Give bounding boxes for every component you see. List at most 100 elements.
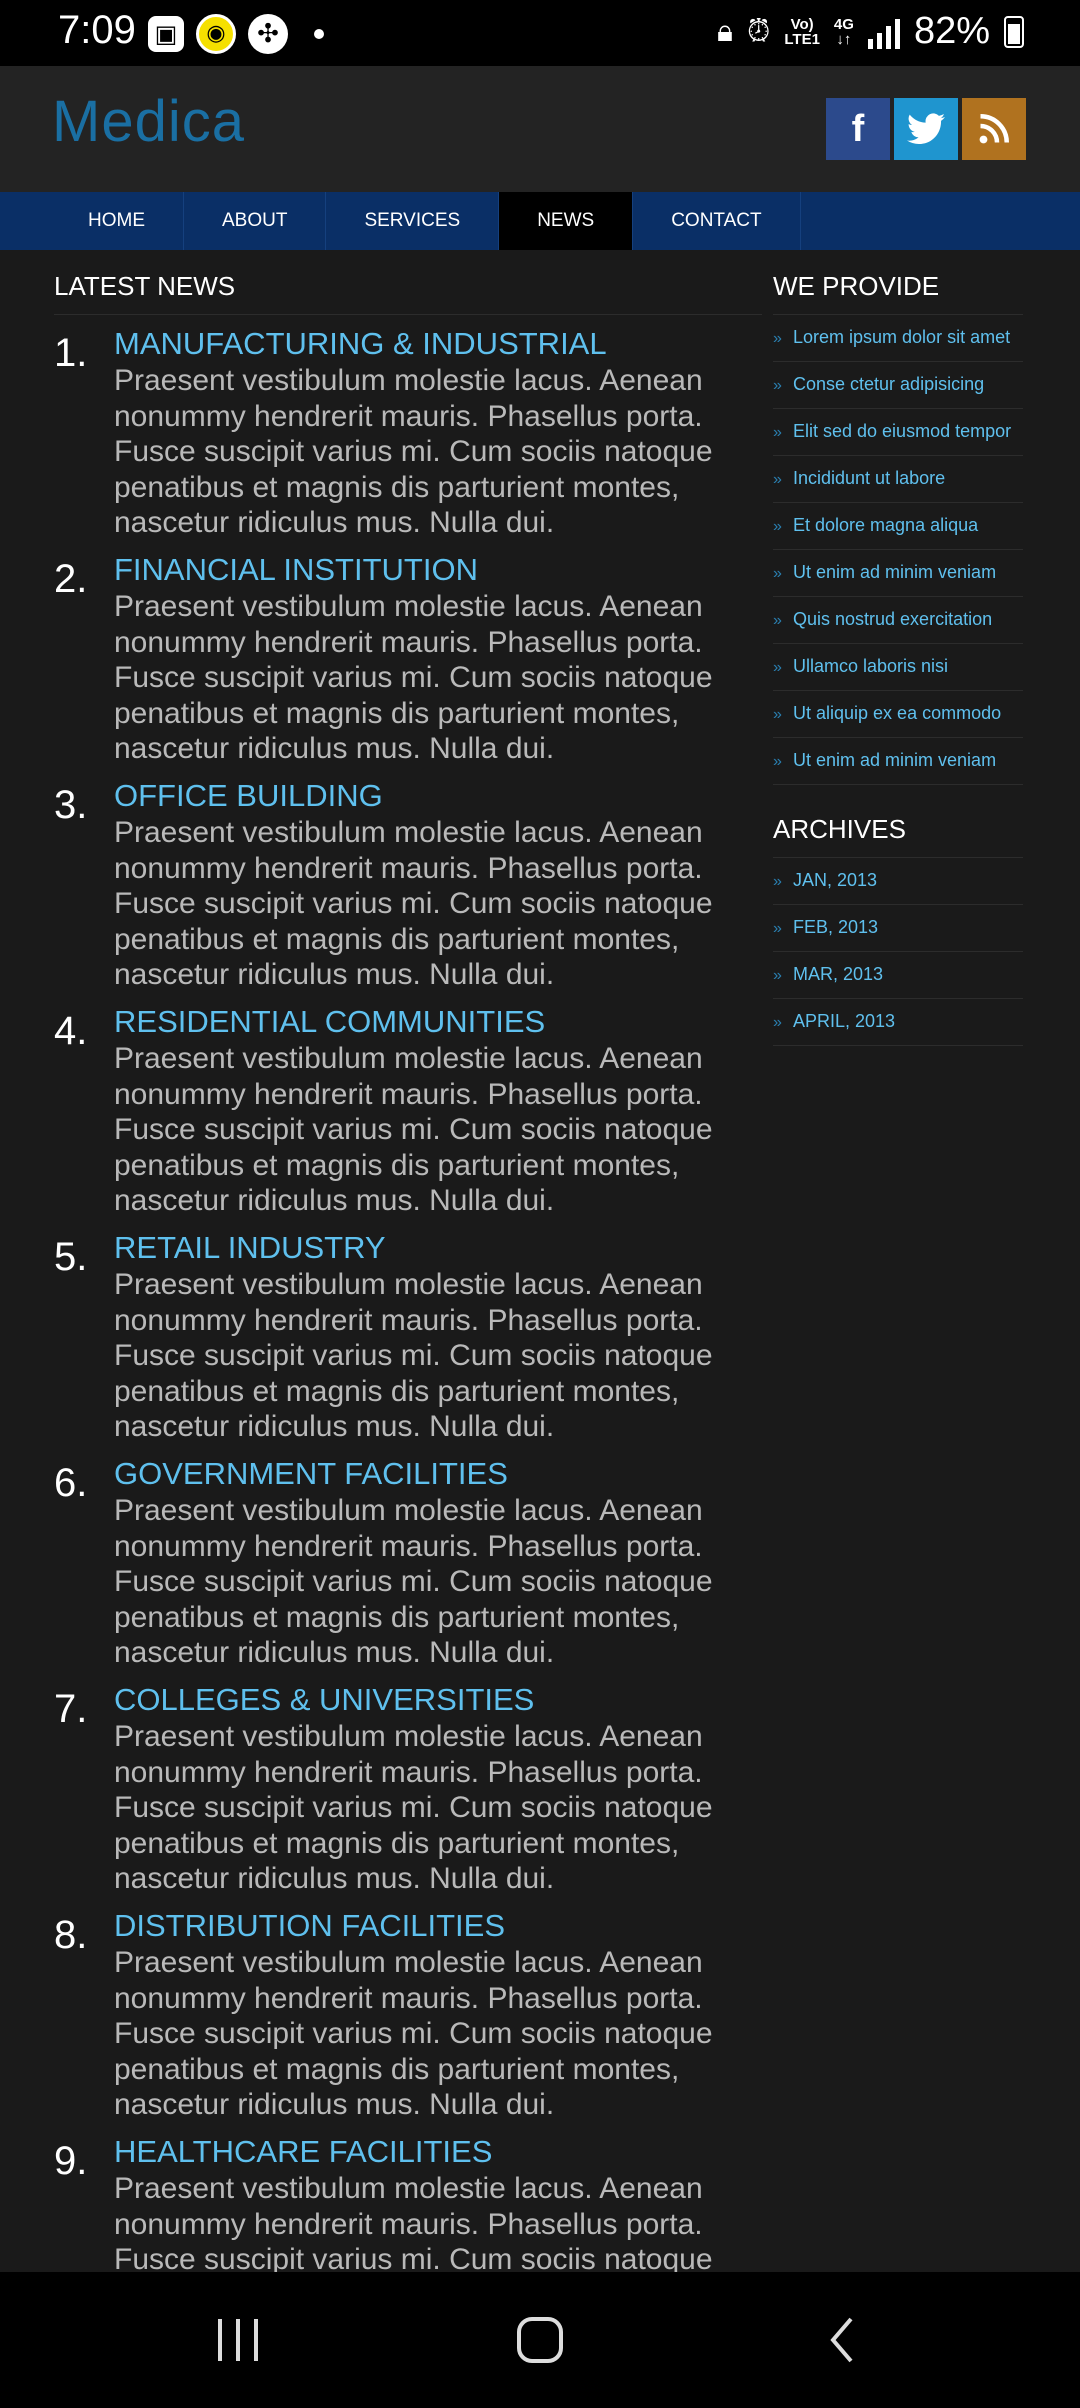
nav-news[interactable]: NEWS	[499, 192, 634, 250]
network-label: Vo) LTE1	[784, 17, 820, 47]
provide-item[interactable]: » Incididunt ut labore	[773, 456, 1023, 503]
news-item: 3. OFFICE BUILDING Praesent vestibulum m…	[54, 767, 762, 993]
news-body: Praesent vestibulum molestie lacus. Aene…	[114, 1720, 713, 1895]
provide-item-label: Incididunt ut labore	[793, 468, 946, 488]
archive-item-label: APRIL, 2013	[793, 1011, 896, 1031]
news-number: 7.	[54, 1687, 88, 1731]
news-number: 9.	[54, 2139, 88, 2183]
status-right-icons: 🔒︎ ⏰︎ Vo) LTE1 4G ↓↑ 82%	[717, 10, 1024, 53]
chevron-right-icon: »	[773, 377, 782, 394]
chevron-right-icon: »	[773, 612, 782, 629]
provide-item-label: Ut enim ad minim veniam	[793, 562, 997, 582]
provide-item[interactable]: » Et dolore magna aliqua	[773, 503, 1023, 550]
news-item: 1. MANUFACTURING & INDUSTRIAL Praesent v…	[54, 315, 762, 541]
main-nav: HOME ABOUT SERVICES NEWS CONTACT	[0, 192, 1080, 250]
lock-icon: 🔒︎	[716, 14, 733, 48]
news-item: 7. COLLEGES & UNIVERSITIES Praesent vest…	[54, 1671, 762, 1897]
fan-icon: ✣	[248, 14, 288, 54]
news-number: 6.	[54, 1461, 88, 1505]
news-body: Praesent vestibulum molestie lacus. Aene…	[114, 816, 713, 991]
provide-item[interactable]: » Conse ctetur adipisicing	[773, 362, 1023, 409]
news-title-link[interactable]: MANUFACTURING & INDUSTRIAL	[114, 315, 762, 363]
alarm-icon: ⏰︎	[746, 14, 771, 48]
battery-icon	[1004, 15, 1024, 48]
news-item: 8. DISTRIBUTION FACILITIES Praesent vest…	[54, 1897, 762, 2123]
provide-item-label: Elit sed do eiusmod tempor	[793, 421, 1012, 441]
news-title-link[interactable]: GOVERNMENT FACILITIES	[114, 1445, 762, 1493]
provide-item-label: Conse ctetur adipisicing	[793, 374, 985, 394]
provide-item-label: Ut enim ad minim veniam	[793, 750, 997, 770]
archive-item[interactable]: » FEB, 2013	[773, 905, 1023, 952]
status-left-icons: ▣ ◉ ✣	[148, 14, 324, 54]
camera-circle-icon: ◉	[196, 14, 236, 54]
news-body: Praesent vestibulum molestie lacus. Aene…	[114, 1268, 713, 1443]
site-header: Medica f	[0, 66, 1080, 192]
news-body: Praesent vestibulum molestie lacus. Aene…	[114, 1494, 713, 1669]
news-number: 1.	[54, 331, 88, 375]
news-title-link[interactable]: RESIDENTIAL COMMUNITIES	[114, 993, 762, 1041]
news-item: 5. RETAIL INDUSTRY Praesent vestibulum m…	[54, 1219, 762, 1445]
provide-item[interactable]: » Elit sed do eiusmod tempor	[773, 409, 1023, 456]
recents-icon[interactable]	[198, 2310, 278, 2370]
news-body: Praesent vestibulum molestie lacus. Aene…	[114, 1946, 713, 2121]
provide-item[interactable]: » Ut enim ad minim veniam	[773, 738, 1023, 785]
news-item: 2. FINANCIAL INSTITUTION Praesent vestib…	[54, 541, 762, 767]
gallery-icon: ▣	[148, 16, 184, 52]
news-title-link[interactable]: COLLEGES & UNIVERSITIES	[114, 1671, 762, 1719]
chevron-right-icon: »	[773, 565, 782, 582]
chevron-right-icon: »	[773, 659, 782, 676]
site-logo[interactable]: Medica	[52, 88, 245, 155]
news-title-link[interactable]: DISTRIBUTION FACILITIES	[114, 1897, 762, 1945]
archive-item-label: FEB, 2013	[793, 917, 879, 937]
facebook-icon[interactable]: f	[826, 98, 890, 160]
network-gen: 4G ↓↑	[834, 17, 854, 47]
rss-icon[interactable]	[962, 98, 1026, 160]
chevron-right-icon: »	[773, 518, 782, 535]
chevron-right-icon: »	[773, 753, 782, 770]
news-number: 5.	[54, 1235, 88, 1279]
provide-item-label: Et dolore magna aliqua	[793, 515, 979, 535]
provide-item[interactable]: » Ut enim ad minim veniam	[773, 550, 1023, 597]
archive-item[interactable]: » APRIL, 2013	[773, 999, 1023, 1046]
news-title-link[interactable]: RETAIL INDUSTRY	[114, 1219, 762, 1267]
android-nav-bar	[0, 2272, 1080, 2408]
nav-contact[interactable]: CONTACT	[633, 192, 801, 250]
sidebar: WE PROVIDE » Lorem ipsum dolor sit amet »…	[773, 250, 1023, 1046]
news-body: Praesent vestibulum molestie lacus. Aene…	[114, 1042, 713, 1217]
provide-item[interactable]: » Ut aliquip ex ea commodo	[773, 691, 1023, 738]
archive-item[interactable]: » MAR, 2013	[773, 952, 1023, 999]
archives-title: ARCHIVES	[773, 793, 1023, 858]
chevron-right-icon: »	[773, 967, 782, 984]
archive-item-label: JAN, 2013	[793, 870, 878, 890]
we-provide-list: » Lorem ipsum dolor sit amet » Conse ctetu…	[773, 315, 1023, 785]
provide-item[interactable]: » Quis nostrud exercitation	[773, 597, 1023, 644]
nav-about[interactable]: ABOUT	[184, 192, 327, 250]
latest-news-title: LATEST NEWS	[54, 250, 762, 315]
signal-icon	[867, 15, 900, 49]
home-icon[interactable]	[500, 2310, 580, 2370]
archive-item[interactable]: » JAN, 2013	[773, 858, 1023, 905]
news-title-link[interactable]: FINANCIAL INSTITUTION	[114, 541, 762, 589]
twitter-bird-icon	[907, 113, 945, 145]
provide-item[interactable]: » Ullamco laboris nisi	[773, 644, 1023, 691]
news-number: 8.	[54, 1913, 88, 1957]
main-content: LATEST NEWS 1. MANUFACTURING & INDUSTRIA…	[54, 250, 762, 2349]
chevron-right-icon: »	[773, 1014, 782, 1031]
chevron-right-icon: »	[773, 424, 782, 441]
provide-item[interactable]: » Lorem ipsum dolor sit amet	[773, 315, 1023, 362]
facebook-glyph: f	[851, 107, 865, 150]
network-gen-label: 4G	[833, 15, 854, 33]
dot-icon	[314, 29, 324, 39]
news-body: Praesent vestibulum molestie lacus. Aene…	[114, 364, 713, 539]
news-item: 6. GOVERNMENT FACILITIES Praesent vestib…	[54, 1445, 762, 1671]
news-title-link[interactable]: HEALTHCARE FACILITIES	[114, 2123, 762, 2171]
chevron-right-icon: »	[773, 471, 782, 488]
nav-home[interactable]: HOME	[50, 192, 184, 250]
back-icon[interactable]	[802, 2310, 882, 2370]
news-title-link[interactable]: OFFICE BUILDING	[114, 767, 762, 815]
news-list: 1. MANUFACTURING & INDUSTRIAL Praesent v…	[54, 315, 762, 2349]
twitter-icon[interactable]	[894, 98, 958, 160]
data-arrows-icon: ↓↑	[836, 30, 852, 48]
nav-services[interactable]: SERVICES	[326, 192, 500, 250]
provide-item-label: Quis nostrud exercitation	[793, 609, 993, 629]
